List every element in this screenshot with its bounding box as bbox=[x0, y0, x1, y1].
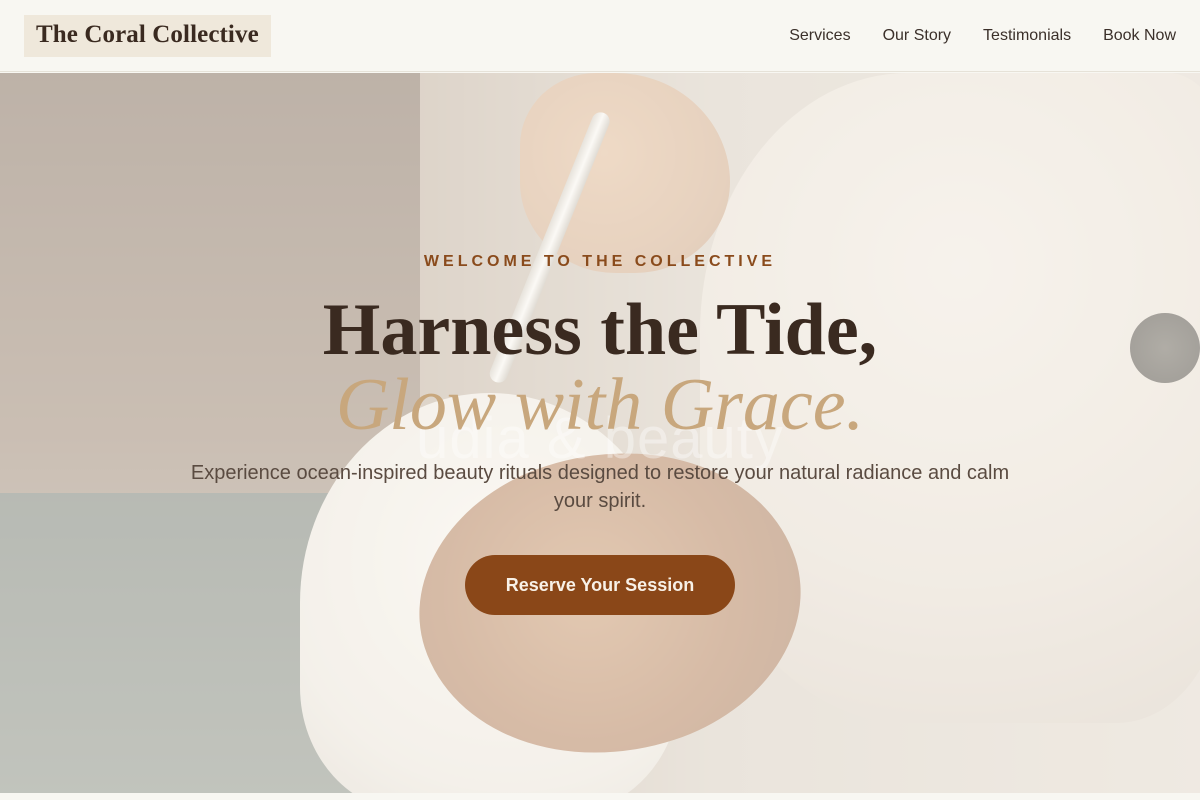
hero-section: WELCOME TO THE COLLECTIVE Harness the Ti… bbox=[0, 73, 1200, 793]
hero-subtitle: Experience ocean-inspired beauty rituals… bbox=[190, 462, 1010, 512]
brand-logo[interactable]: The Coral Collective bbox=[24, 14, 271, 57]
nav-link-testimonials[interactable]: Testimonials bbox=[983, 27, 1071, 45]
hero-eyebrow: WELCOME TO THE COLLECTIVE bbox=[423, 253, 777, 270]
hero-content: WELCOME TO THE COLLECTIVE Harness the Ti… bbox=[0, 73, 1200, 793]
reserve-session-button[interactable]: Reserve Your Session bbox=[465, 555, 735, 615]
nav-link-book-now[interactable]: Book Now bbox=[1103, 27, 1176, 45]
main-nav: Services Our Story Testimonials Book Now bbox=[757, 27, 1176, 45]
hero-title-line2: Glow with Grace. bbox=[335, 364, 865, 446]
nav-link-our-story[interactable]: Our Story bbox=[883, 27, 951, 45]
nav-link-services[interactable]: Services bbox=[789, 27, 850, 45]
site-header: The Coral Collective Services Our Story … bbox=[0, 0, 1200, 72]
hero-title-line1: Harness the Tide, bbox=[322, 289, 878, 371]
page-bottom-strip bbox=[0, 793, 1200, 800]
